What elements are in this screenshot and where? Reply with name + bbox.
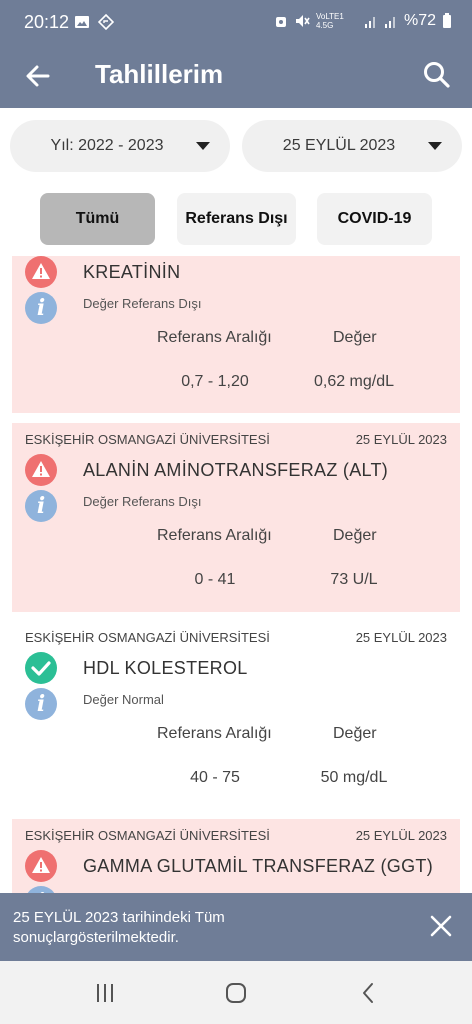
back-icon[interactable]	[357, 981, 381, 1005]
snackbar-message: 25 EYLÜL 2023 tarihindeki Tüm sonuçlargö…	[13, 909, 225, 946]
alarm-icon	[275, 17, 286, 27]
value-header: Değer	[333, 725, 377, 742]
reference-range-value: 0 - 41	[194, 571, 236, 588]
year-dropdown-value: Yıl: 2022 - 2023	[50, 137, 164, 154]
battery-icon	[443, 13, 451, 28]
result-date: 25 EYLÜL 2023	[355, 828, 447, 843]
result-value: 0,62 mg/dL	[313, 373, 395, 390]
network-type: VoLTE1 4.5G	[315, 12, 344, 30]
reference-range-header: Referans Aralığı	[157, 329, 272, 346]
status-text: Değer Normal	[83, 692, 164, 707]
reference-range-value: 40 - 75	[190, 769, 240, 786]
signal-icon	[364, 17, 375, 28]
info-icon[interactable]: i	[25, 688, 57, 720]
home-icon[interactable]	[224, 981, 248, 1005]
check-icon	[25, 652, 57, 684]
test-name: HDL KOLESTEROL	[83, 658, 248, 678]
test-name: KREATİNİN	[83, 262, 181, 282]
chevron-down-icon	[196, 142, 210, 150]
reference-range-value: 0,7 - 1,20	[181, 373, 249, 390]
institution-name: ESKİŞEHİR OSMANGAZİ ÜNİVERSİTESİ	[25, 432, 270, 447]
reference-range-header: Referans Aralığı	[157, 527, 272, 544]
tab-all[interactable]: Tümü	[40, 193, 155, 245]
tab-bar: Tümü Referans Dışı COVID-19	[0, 193, 472, 245]
info-icon[interactable]: i	[25, 490, 57, 522]
system-navigation-bar	[0, 961, 472, 1024]
mute-icon	[295, 15, 310, 27]
status-time: 20:12	[24, 12, 70, 32]
status-text: Değer Referans Dışı	[83, 494, 202, 509]
result-date: 25 EYLÜL 2023	[355, 630, 447, 645]
date-dropdown[interactable]: 25 EYLÜL 2023	[242, 120, 462, 172]
test-name: ALANİN AMİNOTRANSFERAZ (ALT)	[83, 460, 389, 480]
info-icon[interactable]: i	[25, 886, 57, 893]
tab-covid19[interactable]: COVID-19	[317, 193, 432, 245]
close-icon[interactable]	[428, 913, 454, 939]
reference-range-header: Referans Aralığı	[157, 725, 272, 742]
navigation-icon	[98, 14, 114, 30]
gallery-icon	[75, 16, 89, 28]
signal-icon-2	[384, 17, 395, 28]
status-text: Değer Referans Dışı	[83, 296, 202, 311]
date-dropdown-value: 25 EYLÜL 2023	[282, 137, 396, 154]
recent-apps-icon[interactable]	[93, 981, 117, 1005]
info-icon[interactable]: i	[25, 292, 57, 324]
back-arrow-icon[interactable]	[22, 60, 54, 92]
result-card-kreatinin[interactable]: KREATİNİN i Değer Referans Dışı Referans…	[12, 256, 460, 413]
tab-out-of-range[interactable]: Referans Dışı	[177, 193, 296, 245]
search-icon[interactable]	[420, 58, 454, 92]
result-card-ggt[interactable]: ESKİŞEHİR OSMANGAZİ ÜNİVERSİTESİ 25 EYLÜ…	[12, 819, 460, 893]
app-bar: Tahlillerim	[0, 44, 472, 108]
result-date: 25 EYLÜL 2023	[355, 432, 447, 447]
warning-icon	[25, 454, 57, 486]
value-header: Değer	[333, 527, 377, 544]
result-value: 73 U/L	[330, 571, 378, 588]
snackbar: 25 EYLÜL 2023 tarihindeki Tüm sonuçlargö…	[0, 893, 472, 961]
value-header: Değer	[333, 329, 377, 346]
result-value: 50 mg/dL	[320, 769, 388, 786]
result-card-hdl[interactable]: ESKİŞEHİR OSMANGAZİ ÜNİVERSİTESİ 25 EYLÜ…	[12, 621, 460, 810]
filter-bar: Yıl: 2022 - 2023 25 EYLÜL 2023	[10, 120, 462, 172]
test-name: GAMMA GLUTAMİL TRANSFERAZ (GGT)	[83, 856, 433, 876]
chevron-down-icon	[428, 142, 442, 150]
status-bar: 20:12 VoLTE1 4.5G %72	[0, 0, 472, 44]
institution-name: ESKİŞEHİR OSMANGAZİ ÜNİVERSİTESİ	[25, 630, 270, 645]
battery-level: %72	[403, 12, 436, 29]
page-title: Tahlillerim	[95, 59, 224, 89]
warning-icon	[25, 850, 57, 882]
results-list[interactable]: KREATİNİN i Değer Referans Dışı Referans…	[0, 256, 472, 893]
result-card-alt[interactable]: ESKİŞEHİR OSMANGAZİ ÜNİVERSİTESİ 25 EYLÜ…	[12, 423, 460, 612]
year-dropdown[interactable]: Yıl: 2022 - 2023	[10, 120, 230, 172]
warning-icon	[25, 256, 57, 288]
institution-name: ESKİŞEHİR OSMANGAZİ ÜNİVERSİTESİ	[25, 828, 270, 843]
